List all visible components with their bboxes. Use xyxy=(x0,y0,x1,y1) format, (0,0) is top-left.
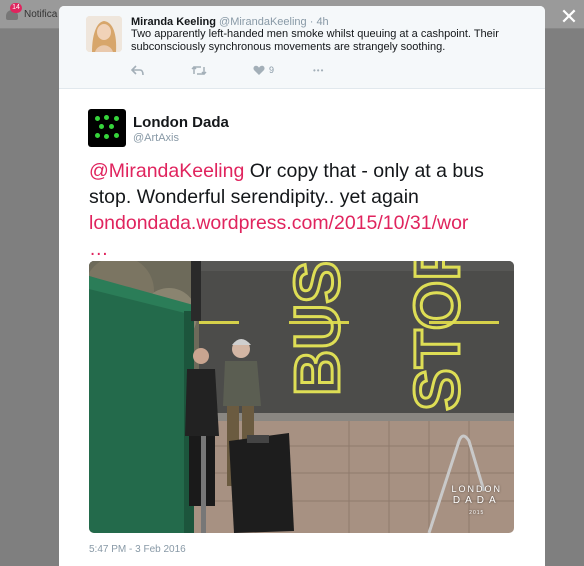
ancestor-tweet-header: Miranda Keeling @MirandaKeeling · 4h xyxy=(131,15,329,29)
notifications-label: Notifica xyxy=(24,8,58,20)
link-ellipsis[interactable]: … xyxy=(89,236,529,262)
like-count: 9 xyxy=(269,65,275,75)
tweet-time[interactable]: 4h xyxy=(316,16,328,28)
close-icon[interactable]: ✕ xyxy=(559,6,579,28)
notification-badge: 14 xyxy=(10,3,22,13)
more-button[interactable]: ••• xyxy=(313,63,324,77)
road-text-bus: BUS xyxy=(281,261,353,396)
tweet-actions: 9 ••• xyxy=(131,63,431,77)
author-name[interactable]: London Dada xyxy=(133,114,229,131)
ancestor-tweet-text: Two apparently left-handed men smoke whi… xyxy=(131,28,499,53)
like-button[interactable]: 9 xyxy=(253,63,274,77)
author-handle[interactable]: @MirandaKeeling xyxy=(219,16,307,28)
ancestor-tweet[interactable]: Miranda Keeling @MirandaKeeling · 4h Two… xyxy=(59,6,545,89)
tweet-text: @MirandaKeeling Or copy that - only at a… xyxy=(89,158,529,262)
external-link[interactable]: londondada.wordpress.com/2015/10/31/wor xyxy=(89,212,468,234)
author-name[interactable]: Miranda Keeling xyxy=(131,16,216,28)
road-text-stop: STOP xyxy=(401,261,473,411)
notifications-tab[interactable]: 14 Notifica xyxy=(6,3,58,24)
avatar[interactable] xyxy=(86,16,122,52)
avatar[interactable] xyxy=(88,109,126,147)
tweet-photo[interactable]: BUS STOP LONDON DADA 2015 xyxy=(89,261,514,533)
tweet-timestamp[interactable]: 5:47 PM - 3 Feb 2016 xyxy=(89,544,186,555)
tweet-permalink-modal: Miranda Keeling @MirandaKeeling · 4h Two… xyxy=(59,6,545,566)
watermark-line-2: DADA xyxy=(452,495,501,506)
separator: · xyxy=(309,16,314,28)
mention-link[interactable]: @MirandaKeeling xyxy=(89,160,244,182)
watermark-line-1: LONDON xyxy=(451,484,502,494)
heart-icon xyxy=(253,65,265,75)
author-handle[interactable]: @ArtAxis xyxy=(133,132,179,144)
reply-button[interactable] xyxy=(131,63,144,77)
reply-icon xyxy=(131,64,144,75)
more-icon: ••• xyxy=(313,65,325,75)
photo-watermark: LONDON DADA 2015 xyxy=(451,483,502,519)
notification-bell-icon: 14 xyxy=(6,3,22,22)
retweet-icon xyxy=(191,65,207,75)
retweet-button[interactable] xyxy=(191,63,207,77)
watermark-line-3: 2015 xyxy=(469,510,485,516)
